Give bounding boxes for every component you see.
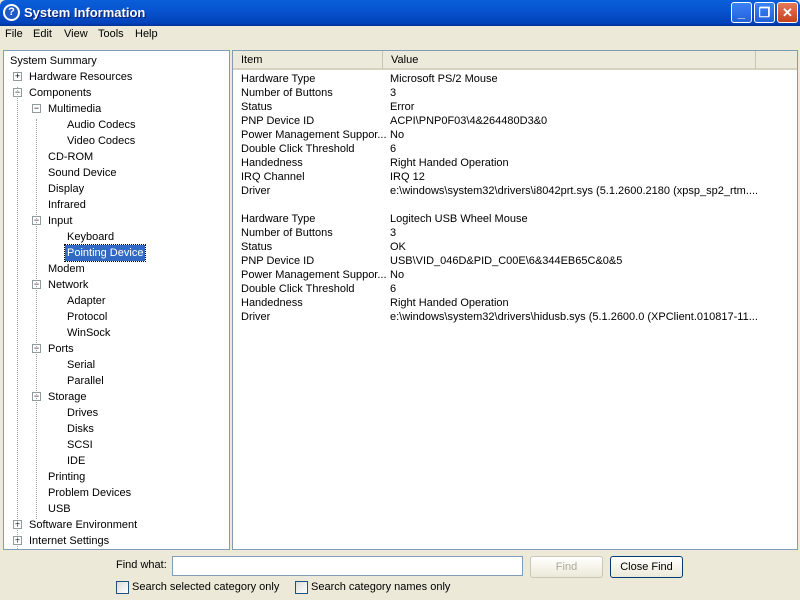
value-cell: ACPI\PNP0F03\4&264480D3&0	[390, 115, 548, 127]
title-bar[interactable]: ? System Information _ ❐ ✕	[0, 0, 800, 26]
value-cell: Right Handed Operation	[390, 157, 509, 169]
search-category-names-label[interactable]: Search category names only	[311, 581, 450, 593]
menu-help[interactable]: Help	[135, 28, 158, 40]
value-cell: USB\VID_046D&PID_C00E\6&344EB65C&0&5	[390, 255, 623, 267]
search-category-names-checkbox[interactable]	[295, 581, 308, 594]
value-cell: Right Handed Operation	[390, 297, 509, 309]
value-cell: 6	[390, 283, 397, 295]
list-header: Item Value	[233, 51, 797, 70]
tree-connector	[36, 119, 37, 519]
tree-item[interactable]: Audio Codecs	[67, 117, 136, 133]
tree-item[interactable]: SCSI	[67, 437, 93, 453]
value-cell: Microsoft PS/2 Mouse	[390, 73, 498, 85]
value-cell: IRQ 12	[390, 171, 425, 183]
tree-item[interactable]: Parallel	[67, 373, 104, 389]
tree-item[interactable]: Disks	[67, 421, 94, 437]
item-cell: Power Management Suppor...	[241, 129, 387, 141]
value-cell: No	[390, 129, 405, 141]
collapse-icon[interactable]: −	[32, 104, 41, 113]
tree-item[interactable]: Storage	[48, 389, 87, 405]
tree-item[interactable]: Ports	[48, 341, 74, 357]
tree-item[interactable]: Display	[48, 181, 84, 197]
tree-item[interactable]: Adapter	[67, 293, 106, 309]
tree-item[interactable]: Problem Devices	[48, 485, 131, 501]
close-button[interactable]: ✕	[777, 2, 798, 23]
item-cell: Number of Buttons	[241, 87, 333, 99]
item-cell: Status	[241, 101, 273, 113]
tree-connector	[17, 87, 18, 549]
column-header-item[interactable]: Item	[233, 51, 383, 69]
tree-item[interactable]: Keyboard	[67, 229, 114, 245]
item-cell: Hardware Type	[241, 73, 316, 85]
tree-item[interactable]: Multimedia	[48, 101, 101, 117]
tree-item[interactable]: Video Codecs	[67, 133, 135, 149]
column-header-value[interactable]: Value	[383, 51, 756, 69]
value-cell: Error	[390, 101, 415, 113]
close-find-button[interactable]: Close Find	[610, 556, 683, 578]
menu-view[interactable]: View	[64, 28, 88, 40]
tree-item[interactable]: Components	[29, 85, 91, 101]
tree-item[interactable]: Serial	[67, 357, 95, 373]
tree-item[interactable]: Internet Settings	[29, 533, 109, 549]
item-cell: Driver	[241, 185, 271, 197]
tree-item[interactable]: Modem	[48, 261, 85, 277]
tree-item[interactable]: CD-ROM	[48, 149, 93, 165]
menu-file[interactable]: File	[5, 28, 23, 40]
value-cell: 6	[390, 143, 397, 155]
tree-item[interactable]: System Summary	[10, 53, 97, 69]
minimize-button[interactable]: _	[731, 2, 752, 23]
item-cell: IRQ Channel	[241, 171, 305, 183]
item-cell: Double Click Threshold	[241, 143, 355, 155]
tree-item[interactable]: WinSock	[67, 325, 110, 341]
item-cell: Power Management Suppor...	[241, 269, 387, 281]
tree-item[interactable]: IDE	[67, 453, 85, 469]
window-title: System Information	[24, 5, 146, 20]
item-cell: PNP Device ID	[241, 255, 315, 267]
value-cell: 3	[390, 87, 397, 99]
tree-item[interactable]: Infrared	[48, 197, 86, 213]
value-cell: e:\windows\system32\drivers\i8042prt.sys…	[390, 185, 759, 197]
search-selected-category-checkbox[interactable]	[116, 581, 129, 594]
value-cell: 3	[390, 227, 397, 239]
value-cell: No	[390, 269, 405, 281]
item-cell: Double Click Threshold	[241, 283, 355, 295]
expand-icon[interactable]: +	[13, 72, 22, 81]
tree-item[interactable]: Network	[48, 277, 88, 293]
find-button[interactable]: Find	[530, 556, 603, 578]
tree-item[interactable]: Sound Device	[48, 165, 117, 181]
tree-item[interactable]: Input	[48, 213, 72, 229]
item-cell: Handedness	[241, 157, 303, 169]
item-cell: PNP Device ID	[241, 115, 315, 127]
value-cell: Logitech USB Wheel Mouse	[390, 213, 528, 225]
help-icon: ?	[3, 4, 20, 21]
tree-item[interactable]: Protocol	[67, 309, 107, 325]
value-cell: OK	[390, 241, 406, 253]
menu-bar: File Edit View Tools Help	[0, 26, 800, 44]
restore-button[interactable]: ❐	[754, 2, 775, 23]
tree-item[interactable]: Pointing Device	[63, 244, 147, 262]
menu-tools[interactable]: Tools	[98, 28, 124, 40]
details-list[interactable]: Item Value Hardware Type Microsoft PS/2 M…	[232, 50, 798, 550]
tree-item[interactable]: Software Environment	[29, 517, 137, 533]
find-what-input[interactable]	[172, 556, 523, 576]
menu-edit[interactable]: Edit	[33, 28, 52, 40]
item-cell: Hardware Type	[241, 213, 316, 225]
tree-item[interactable]: Drives	[67, 405, 98, 421]
value-cell: e:\windows\system32\drivers\hidusb.sys (…	[390, 311, 758, 323]
item-cell: Driver	[241, 311, 271, 323]
find-what-label: Find what:	[116, 559, 167, 571]
category-tree[interactable]: System Summary + Hardware Resources − Compon…	[3, 50, 230, 550]
tree-item[interactable]: USB	[48, 501, 71, 517]
item-cell: Status	[241, 241, 273, 253]
tree-item[interactable]: Hardware Resources	[29, 69, 132, 85]
item-cell: Handedness	[241, 297, 303, 309]
tree-item[interactable]: Printing	[48, 469, 85, 485]
search-selected-category-label[interactable]: Search selected category only	[132, 581, 279, 593]
item-cell: Number of Buttons	[241, 227, 333, 239]
